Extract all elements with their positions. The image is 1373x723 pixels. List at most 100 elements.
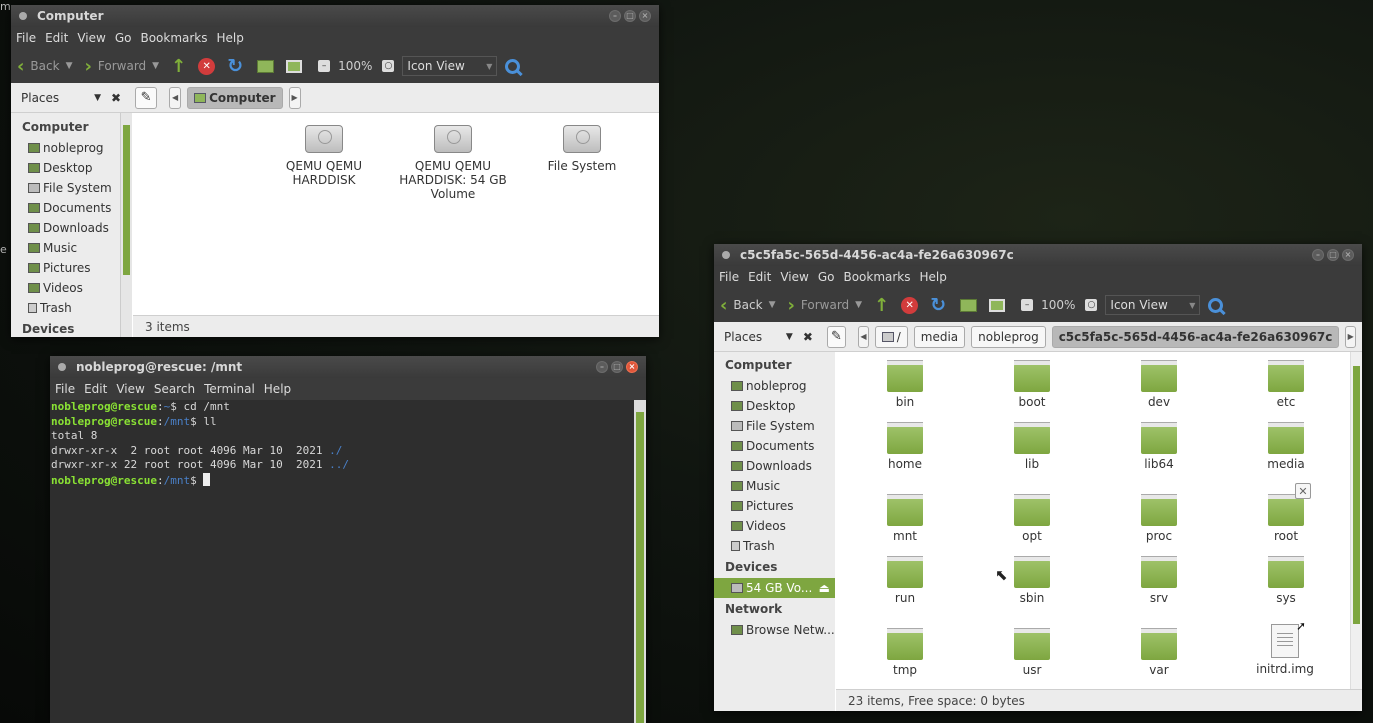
folder-item[interactable]: sbin: [972, 556, 1092, 605]
close-sidebar-icon[interactable]: ✖: [111, 91, 121, 105]
menu-help[interactable]: Help: [217, 31, 244, 45]
menu-terminal[interactable]: Terminal: [204, 382, 255, 396]
folder-item[interactable]: bin: [845, 360, 965, 409]
scrollbar-thumb[interactable]: [636, 412, 644, 723]
breadcrumb-left-button[interactable]: ◀: [858, 325, 869, 348]
folder-item[interactable]: sys: [1226, 556, 1346, 605]
minimize-button[interactable]: –: [609, 10, 621, 22]
content-scrollbar[interactable]: [1350, 352, 1362, 711]
sidebar-item-documents[interactable]: Documents: [714, 436, 835, 456]
folder-item[interactable]: mnt: [845, 494, 965, 543]
menu-bookmarks[interactable]: Bookmarks: [843, 270, 910, 284]
breadcrumb-computer[interactable]: Computer: [187, 86, 283, 109]
menu-view[interactable]: View: [77, 31, 105, 45]
folder-item[interactable]: tmp: [845, 628, 965, 677]
sidebar-item-desktop[interactable]: Desktop: [11, 158, 132, 178]
computer-icon[interactable]: [989, 298, 1006, 312]
sidebar-item-documents[interactable]: Documents: [11, 198, 132, 218]
sidebar-item-pictures[interactable]: Pictures: [11, 258, 132, 278]
close-sidebar-icon[interactable]: ✖: [803, 330, 813, 344]
minimize-button[interactable]: –: [596, 361, 608, 373]
folder-item[interactable]: dev: [1099, 360, 1219, 409]
breadcrumb-right-button[interactable]: ▶: [288, 86, 301, 109]
minimize-button[interactable]: –: [1312, 249, 1324, 261]
folder-item[interactable]: srv: [1099, 556, 1219, 605]
stop-icon[interactable]: ✕: [198, 57, 216, 75]
breadcrumb-left-button[interactable]: ◀: [169, 86, 182, 109]
drive-item-filesystem[interactable]: File System: [522, 125, 642, 173]
folder-item[interactable]: etc: [1226, 360, 1346, 409]
window-menu-icon[interactable]: [19, 12, 27, 20]
drive-item-qemu-harddisk[interactable]: QEMU QEMU HARDDISK: [264, 125, 384, 187]
back-button[interactable]: ‹ Back ▼: [720, 295, 775, 316]
forward-button[interactable]: › Forward ▼: [84, 56, 159, 77]
scrollbar-thumb[interactable]: [123, 125, 130, 275]
sidebar-item-home[interactable]: nobleprog: [11, 138, 132, 158]
edit-location-button[interactable]: ✎: [826, 325, 847, 348]
title-bar[interactable]: nobleprog@rescue: /mnt – □ ×: [50, 356, 646, 378]
title-bar[interactable]: Computer – □ ×: [11, 5, 659, 27]
menu-help[interactable]: Help: [264, 382, 291, 396]
zoom-out-icon[interactable]: –: [1021, 299, 1034, 311]
sidebar-item-music[interactable]: Music: [714, 476, 835, 496]
maximize-button[interactable]: □: [611, 361, 623, 373]
chevron-down-icon[interactable]: ▼: [855, 300, 862, 310]
view-mode-select[interactable]: Icon View ▼: [1105, 295, 1201, 315]
chevron-down-icon[interactable]: ▼: [152, 61, 159, 71]
menu-go[interactable]: Go: [115, 31, 132, 45]
search-icon[interactable]: [1208, 297, 1224, 313]
close-button[interactable]: ×: [626, 361, 638, 373]
sidebar-item-downloads[interactable]: Downloads: [714, 456, 835, 476]
sidebar-item-trash[interactable]: Trash: [11, 298, 132, 318]
menu-view[interactable]: View: [780, 270, 808, 284]
folder-item[interactable]: run: [845, 556, 965, 605]
breadcrumb-current-folder[interactable]: c5c5fa5c-565d-4456-ac4a-fe26a630967c: [1051, 325, 1340, 348]
breadcrumb-right-button[interactable]: ▶: [1345, 325, 1356, 348]
zoom-in-icon[interactable]: ○: [1085, 299, 1098, 311]
breadcrumb-nobleprog[interactable]: nobleprog: [971, 325, 1046, 348]
close-button[interactable]: ×: [1342, 249, 1354, 261]
sidebar-item-trash[interactable]: Trash: [714, 536, 835, 556]
sidebar-item-browse-network[interactable]: Browse Netw...: [714, 620, 835, 640]
chevron-down-icon[interactable]: ▼: [769, 300, 776, 310]
up-arrow-icon[interactable]: ↑: [874, 295, 889, 316]
sidebar-item-music[interactable]: Music: [11, 238, 132, 258]
menu-file[interactable]: File: [16, 31, 36, 45]
menu-help[interactable]: Help: [920, 270, 947, 284]
scrollbar-thumb[interactable]: [1353, 366, 1360, 624]
file-item-initrd[interactable]: ➚ initrd.img: [1225, 619, 1345, 676]
folder-item[interactable]: usr: [972, 628, 1092, 677]
maximize-button[interactable]: □: [1327, 249, 1339, 261]
menu-go[interactable]: Go: [818, 270, 835, 284]
edit-location-button[interactable]: ✎: [135, 86, 158, 109]
window-menu-icon[interactable]: [58, 363, 66, 371]
close-icon[interactable]: ✕: [1295, 483, 1311, 499]
folder-item[interactable]: root: [1226, 494, 1346, 543]
folder-item[interactable]: media: [1226, 422, 1346, 471]
maximize-button[interactable]: □: [624, 10, 636, 22]
folder-item[interactable]: lib64: [1099, 422, 1219, 471]
breadcrumb-root[interactable]: /: [874, 325, 908, 348]
terminal-output[interactable]: nobleprog@rescue:~$ cd /mnt nobleprog@res…: [50, 400, 634, 723]
forward-button[interactable]: › Forward ▼: [787, 295, 862, 316]
sidebar-item-videos[interactable]: Videos: [11, 278, 132, 298]
stop-icon[interactable]: ✕: [901, 296, 919, 314]
menu-file[interactable]: File: [719, 270, 739, 284]
breadcrumb-media[interactable]: media: [913, 325, 966, 348]
folder-item[interactable]: lib: [972, 422, 1092, 471]
title-bar[interactable]: c5c5fa5c-565d-4456-ac4a-fe26a630967c – □…: [714, 244, 1362, 266]
zoom-out-icon[interactable]: –: [318, 60, 331, 72]
zoom-in-icon[interactable]: ○: [382, 60, 395, 72]
home-folder-icon[interactable]: [960, 298, 978, 312]
sidebar-item-54gb-volume[interactable]: 54 GB Vo... ⏏: [714, 578, 835, 598]
back-button[interactable]: ‹ Back ▼: [17, 56, 72, 77]
folder-item[interactable]: var: [1099, 628, 1219, 677]
terminal-scrollbar[interactable]: [634, 400, 646, 723]
sidebar-item-videos[interactable]: Videos: [714, 516, 835, 536]
sidebar-item-filesystem[interactable]: File System: [11, 178, 132, 198]
sidebar-item-downloads[interactable]: Downloads: [11, 218, 132, 238]
menu-edit[interactable]: Edit: [84, 382, 107, 396]
reload-icon[interactable]: ↻: [930, 294, 946, 316]
home-folder-icon[interactable]: [257, 59, 275, 73]
drive-item-54gb-volume[interactable]: QEMU QEMU HARDDISK: 54 GB Volume: [393, 125, 513, 201]
